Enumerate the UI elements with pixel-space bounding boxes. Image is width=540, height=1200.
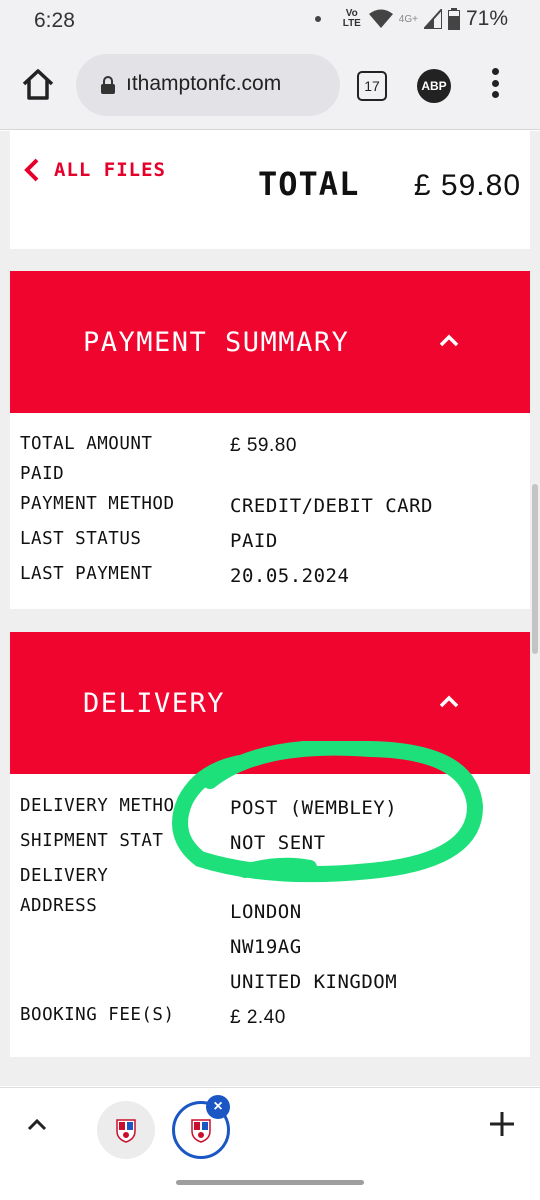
total-value: £ 59.80 xyxy=(413,169,521,202)
home-icon[interactable] xyxy=(20,66,56,102)
chevron-left-icon xyxy=(24,158,39,182)
payment-summary-header[interactable]: PAYMENT SUMMARY xyxy=(10,271,530,413)
signal-type: 4G+ xyxy=(398,13,418,25)
payment-method-label: PAYMENT METHOD xyxy=(20,494,175,514)
more-vert-icon[interactable] xyxy=(488,68,502,104)
notification-dot-icon xyxy=(314,16,321,22)
last-status-label: LAST STATUS xyxy=(20,529,142,549)
status-icons: Vo LTE 4G+ 71% xyxy=(314,7,508,31)
booking-fee-value: £ 2.40 xyxy=(230,1007,286,1028)
shipment-status-label: SHIPMENT STAT xyxy=(20,831,164,851)
wifi-icon xyxy=(368,9,393,28)
payment-summary-title: PAYMENT SUMMARY xyxy=(83,327,350,358)
all-files-link[interactable]: ALL FILES xyxy=(24,158,166,182)
last-payment-label: LAST PAYMENT xyxy=(20,564,153,584)
total-amount-label-2: PAID xyxy=(20,464,65,484)
shipment-status-value: NOT SENT xyxy=(230,832,326,854)
lock-icon xyxy=(101,76,115,94)
payment-summary-section: PAYMENT SUMMARY TOTAL AMOUNT PAID £ 59.8… xyxy=(10,271,530,609)
header-card: ALL FILES TOTAL £ 59.80 xyxy=(10,131,530,249)
status-time: 6:28 xyxy=(34,9,75,32)
page-content: ALL FILES TOTAL £ 59.80 PAYMENT SUMMARY … xyxy=(0,131,540,1086)
adblock-icon[interactable]: ABP xyxy=(417,69,451,103)
delivery-header[interactable]: DELIVERY xyxy=(10,632,530,774)
saints-crest-icon xyxy=(116,1119,136,1143)
delivery-method-label: DELIVERY METHO xyxy=(20,796,175,816)
address-city: LONDON xyxy=(230,901,302,923)
last-status-value: PAID xyxy=(230,530,278,552)
plus-icon[interactable] xyxy=(488,1110,516,1138)
gesture-bar xyxy=(176,1180,364,1185)
delivery-method-value: POST (WEMBLEY) xyxy=(230,797,398,819)
url-text: ıthamptonfc.com xyxy=(126,72,282,95)
chevron-up-icon[interactable] xyxy=(438,332,460,348)
chevron-up-icon[interactable] xyxy=(438,693,460,709)
delivery-section: DELIVERY DELIVERY METHO POST (WEMBLEY) S… xyxy=(10,632,530,1057)
browser-toolbar: ıthamptonfc.com 17 ABP xyxy=(0,42,540,130)
address-postcode: NW19AG xyxy=(230,936,302,958)
total-amount-value: £ 59.80 xyxy=(230,435,297,456)
address-bar[interactable]: ıthamptonfc.com xyxy=(76,54,340,116)
tab-thumbnail[interactable] xyxy=(97,1101,155,1159)
scrollbar[interactable] xyxy=(532,484,538,654)
all-files-label: ALL FILES xyxy=(54,159,166,181)
signal-icon xyxy=(423,9,442,29)
battery-icon xyxy=(447,8,460,30)
chevron-up-icon[interactable] xyxy=(24,1114,50,1134)
tab-strip: × xyxy=(0,1087,540,1200)
volte-icon: Vo LTE xyxy=(342,8,361,29)
total-amount-label: TOTAL AMOUNT xyxy=(20,434,153,454)
status-bar: 6:28 Vo LTE 4G+ 71% xyxy=(0,0,540,42)
delivery-address-label: DELIVERY xyxy=(20,866,109,886)
address-country: UNITED KINGDOM xyxy=(230,971,398,993)
booking-fee-label: BOOKING FEE(S) xyxy=(20,1005,175,1025)
total-label: TOTAL xyxy=(258,165,360,203)
tab-switcher-icon[interactable]: 17 xyxy=(357,71,387,101)
last-payment-value: 20.05.2024 xyxy=(230,565,350,587)
delivery-address-label-2: ADDRESS xyxy=(20,896,98,916)
payment-method-value: CREDIT/DEBIT CARD xyxy=(230,495,433,517)
delivery-title: DELIVERY xyxy=(83,688,226,719)
battery-percent: 71% xyxy=(465,7,508,30)
saints-crest-icon xyxy=(191,1119,211,1143)
close-icon[interactable]: × xyxy=(206,1095,230,1119)
